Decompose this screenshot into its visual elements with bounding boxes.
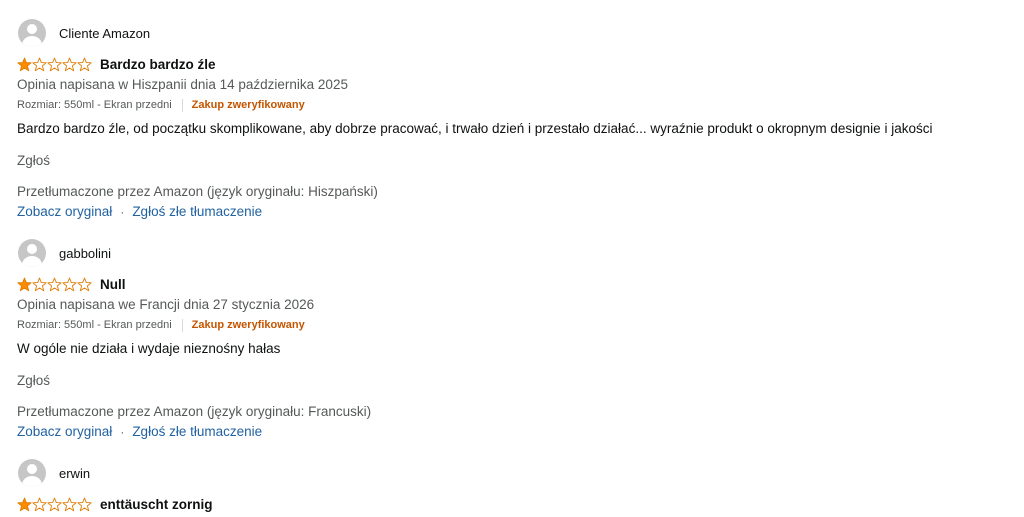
translation-links: Zobacz oryginał · Zgłoś złe tłumaczenie (17, 203, 1007, 221)
reviewer-profile[interactable]: Cliente Amazon (17, 17, 1007, 49)
star-filled-icon (17, 57, 32, 71)
review-title-row: enttäuscht zornig (17, 495, 1007, 513)
review-date: Opinia napisana we Francji dnia 27 stycz… (17, 297, 315, 312)
report-link[interactable]: Zgłoś (17, 152, 1007, 170)
star-empty-icon (47, 277, 62, 291)
star-rating[interactable] (17, 497, 92, 512)
see-original-link[interactable]: Zobacz oryginał (17, 423, 112, 441)
star-empty-icon (62, 497, 77, 511)
star-empty-icon (47, 57, 62, 71)
star-rating[interactable] (17, 277, 92, 292)
star-filled-icon (17, 277, 32, 291)
star-empty-icon (62, 57, 77, 71)
review-card: erwin enttäuscht zornig (17, 457, 1007, 513)
reviewer-name: erwin (59, 465, 91, 481)
star-empty-icon (32, 497, 47, 511)
avatar (18, 239, 46, 267)
review-title-row: Null (17, 275, 1007, 293)
star-empty-icon (77, 497, 92, 511)
link-separator: · (120, 425, 125, 439)
review-meta: Rozmiar: 550ml - Ekran przedni Zakup zwe… (17, 318, 1007, 332)
reviewer-profile[interactable]: gabbolini (17, 237, 1007, 269)
star-empty-icon (32, 277, 47, 291)
star-empty-icon (77, 277, 92, 291)
link-separator: · (120, 205, 125, 219)
verified-purchase-badge: Zakup zweryfikowany (191, 319, 305, 331)
translation-links: Zobacz oryginał · Zgłoś złe tłumaczenie (17, 423, 1007, 441)
report-link[interactable]: Zgłoś (17, 372, 1007, 390)
translation-note: Przetłumaczone przez Amazon (język orygi… (17, 404, 372, 419)
review-card: gabbolini Null Opinia napisana we Francj… (17, 237, 1007, 441)
reviewer-profile[interactable]: erwin (17, 457, 1007, 489)
review-date: Opinia napisana w Hiszpanii dnia 14 paźd… (17, 77, 348, 92)
star-empty-icon (32, 57, 47, 71)
star-empty-icon (47, 497, 62, 511)
avatar (18, 19, 46, 47)
see-original-link[interactable]: Zobacz oryginał (17, 203, 112, 221)
avatar (18, 459, 46, 487)
star-rating[interactable] (17, 57, 92, 72)
review-body: Bardzo bardzo źle, od początku skompliko… (17, 121, 933, 136)
review-meta: Rozmiar: 550ml - Ekran przedni Zakup zwe… (17, 98, 1007, 112)
star-filled-icon (17, 497, 32, 511)
divider (181, 98, 183, 112)
variant-info[interactable]: Rozmiar: 550ml - Ekran przedni (17, 319, 172, 331)
reviewer-name: Cliente Amazon (59, 25, 151, 41)
report-translation-link[interactable]: Zgłoś złe tłumaczenie (132, 203, 262, 221)
variant-info[interactable]: Rozmiar: 550ml - Ekran przedni (17, 99, 172, 111)
review-card: Cliente Amazon Bardzo bardzo źle Opinia … (17, 17, 1007, 221)
translation-note: Przetłumaczone przez Amazon (język orygi… (17, 184, 378, 199)
star-empty-icon (62, 277, 77, 291)
star-empty-icon (77, 57, 92, 71)
review-title-row: Bardzo bardzo źle (17, 55, 1007, 73)
review-title[interactable]: Null (100, 277, 126, 292)
reviewer-name: gabbolini (59, 245, 112, 261)
review-title[interactable]: enttäuscht zornig (100, 497, 213, 512)
review-body: W ogóle nie działa i wydaje nieznośny ha… (17, 341, 281, 356)
report-translation-link[interactable]: Zgłoś złe tłumaczenie (132, 423, 262, 441)
review-title[interactable]: Bardzo bardzo źle (100, 57, 216, 72)
verified-purchase-badge: Zakup zweryfikowany (191, 99, 305, 111)
divider (181, 318, 183, 332)
